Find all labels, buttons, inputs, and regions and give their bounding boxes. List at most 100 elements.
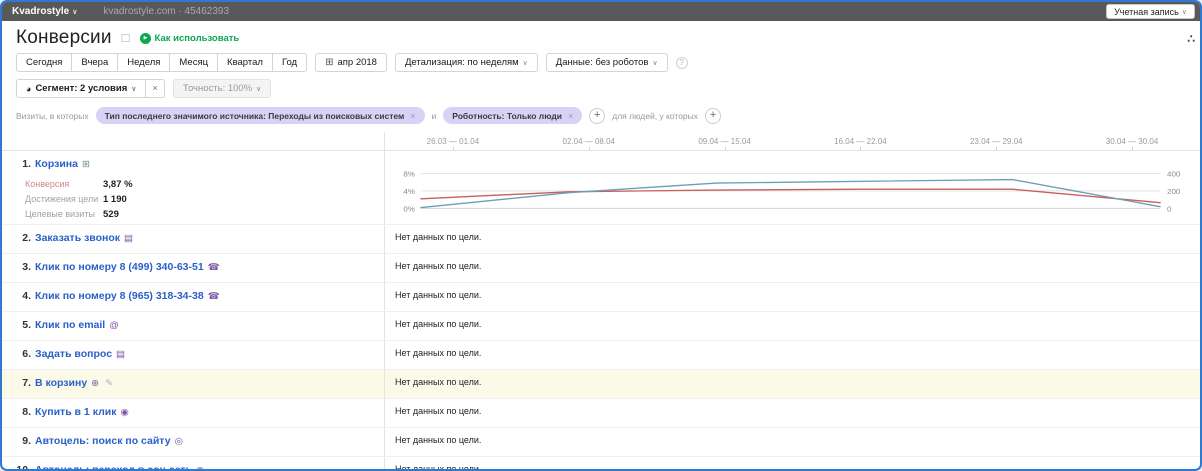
play-icon: ▶: [139, 32, 151, 44]
account-label: Учетная запись: [1114, 6, 1179, 17]
metric-value: 3,87 %: [103, 179, 133, 190]
goal-number: 1.: [22, 158, 31, 170]
goal-row: 4. Клик по номеру 8 (965) 318-34-38 ☎ Не…: [2, 283, 1200, 312]
period-button-yesterday[interactable]: Вчера: [71, 53, 119, 72]
metric-value: 1 190: [103, 194, 127, 205]
svg-text:0: 0: [1167, 204, 1172, 213]
goal-row-highlighted: 7. В корзину ⊕ ✎ Нет данных по цели.: [2, 370, 1200, 399]
goal-type-icon: ▤: [124, 233, 134, 244]
period-button-month[interactable]: Месяц: [169, 53, 219, 72]
segment-label: Сегмент: 2 условия: [35, 83, 128, 94]
calendar-icon: ⊞: [325, 57, 334, 68]
date-tick-label: 30.04 — 30.04: [1064, 132, 1200, 150]
filter-chip-label: Роботность: Только люди: [452, 110, 562, 121]
filter-suffix: для людей, у которых: [612, 110, 699, 121]
accuracy-label: Точность: 100%: [182, 83, 253, 94]
goal-no-data: Нет данных по цели.: [395, 406, 482, 416]
detail-dropdown[interactable]: Детализация: по неделям ∨: [394, 53, 538, 72]
goal-type-icon: ☎: [207, 262, 220, 273]
date-tick-label: 09.04 — 15.04: [657, 132, 793, 150]
chevron-down-icon: ∨: [522, 59, 528, 67]
filter-chip-source[interactable]: Тип последнего значимого источника: Пере…: [95, 107, 425, 124]
filter-chip-robots[interactable]: Роботность: Только люди ×: [443, 107, 583, 124]
period-button-year[interactable]: Год: [271, 53, 308, 72]
goal-row: 6. Задать вопрос ▤ Нет данных по цели.: [2, 341, 1200, 370]
counter-selector[interactable]: Kvadrostyle ∨: [12, 6, 77, 17]
accuracy-dropdown[interactable]: Точность: 100% ∨: [172, 79, 272, 98]
svg-text:0%: 0%: [403, 204, 415, 213]
svg-text:200: 200: [1167, 187, 1181, 196]
metric-value: 529: [103, 209, 119, 220]
detail-label: Детализация: по неделям: [404, 57, 519, 68]
filter-prefix: Визиты, в которых: [16, 110, 89, 121]
filter-row: Визиты, в которых Тип последнего значимо…: [16, 107, 1186, 124]
goal-row: 5. Клик по email @ Нет данных по цели.: [2, 312, 1200, 341]
segment-row: ◕ Сегмент: 2 условия ∨ × Точность: 100% …: [16, 79, 1186, 98]
goal-link[interactable]: Заказать звонок: [35, 232, 120, 244]
page-title: Конверсии: [16, 27, 112, 48]
conversion-chart: 8% 4% 0% 400 200 0: [385, 151, 1200, 224]
chart-date-header: 26.03 — 01.04 02.04 — 08.04 09.04 — 15.0…: [2, 132, 1200, 151]
goal-type-icon: @: [109, 320, 119, 331]
goal-row: 9. Автоцель: поиск по сайту ◎ Нет данных…: [2, 428, 1200, 457]
goal-type-icon: ◎: [174, 436, 183, 447]
add-user-condition-button[interactable]: +: [705, 107, 722, 124]
goal-number: 9.: [22, 435, 31, 447]
goal-no-data: Нет данных по цели.: [395, 348, 482, 358]
goal-type-icon: ◉: [120, 407, 129, 418]
remove-chip-icon[interactable]: ×: [410, 111, 415, 121]
bookmark-icon[interactable]: ☐: [121, 32, 131, 45]
howto-link[interactable]: ▶ Как использовать: [139, 32, 239, 44]
goal-link[interactable]: Задать вопрос: [35, 348, 112, 360]
svg-text:400: 400: [1167, 169, 1181, 178]
goal-link[interactable]: Автоцель: переход в соц.сеть: [35, 464, 192, 469]
goal-link[interactable]: В корзину: [35, 377, 87, 389]
goal-no-data: Нет данных по цели.: [395, 290, 482, 300]
goal-type-icon: ◉: [196, 465, 205, 471]
goal-row: 8. Купить в 1 клик ◉ Нет данных по цели.: [2, 399, 1200, 428]
data-dropdown[interactable]: Данные: без роботов ∨: [545, 53, 668, 72]
goal-no-data: Нет данных по цели.: [395, 261, 482, 271]
segment-dropdown[interactable]: ◕ Сегмент: 2 условия ∨: [16, 79, 147, 98]
app-window: Kvadrostyle ∨ kvadrostyle.com · 45462393…: [0, 0, 1202, 471]
account-button[interactable]: Учетная запись ∨: [1106, 4, 1195, 19]
goal-number: 2.: [22, 232, 31, 244]
goal-number: 8.: [22, 406, 31, 418]
goal-no-data: Нет данных по цели.: [395, 232, 482, 242]
segment-remove-button[interactable]: ×: [145, 79, 165, 98]
date-range-button[interactable]: ⊞ апр 2018: [315, 53, 387, 72]
period-button-today[interactable]: Сегодня: [16, 53, 73, 72]
goal-link[interactable]: Клик по номеру 8 (499) 340-63-51: [35, 261, 204, 273]
goal-no-data: Нет данных по цели.: [395, 464, 482, 471]
goal-link[interactable]: Клик по email: [35, 319, 105, 331]
counter-meta: kvadrostyle.com · 45462393: [103, 6, 229, 17]
goal-type-icon: ⊞: [81, 159, 90, 170]
goal-no-data: Нет данных по цели.: [395, 377, 482, 387]
metric-label: Целевые визиты: [25, 209, 95, 219]
edit-goal-icon[interactable]: ✎: [105, 378, 113, 389]
date-tick-label: 16.04 — 22.04: [792, 132, 928, 150]
date-tick-label: 23.04 — 29.04: [928, 132, 1064, 150]
period-button-quarter[interactable]: Квартал: [217, 53, 273, 72]
goal-number: 10.: [16, 464, 31, 471]
settings-icon[interactable]: ∴: [1187, 32, 1195, 46]
remove-chip-icon[interactable]: ×: [568, 111, 573, 121]
goal-link[interactable]: Клик по номеру 8 (965) 318-34-38: [35, 290, 204, 302]
period-button-week[interactable]: Неделя: [117, 53, 171, 72]
chevron-down-icon: ∨: [131, 85, 137, 93]
goal-link[interactable]: Купить в 1 клик: [35, 406, 116, 418]
data-label: Данные: без роботов: [555, 57, 649, 68]
goal-row: 10. Автоцель: переход в соц.сеть ◉ Нет д…: [2, 457, 1200, 471]
metric-label: Достижения цели: [25, 194, 99, 204]
goal-no-data: Нет данных по цели.: [395, 319, 482, 329]
add-visit-condition-button[interactable]: +: [589, 107, 606, 124]
goal-link[interactable]: Автоцель: поиск по сайту: [35, 435, 171, 447]
goal-number: 4.: [22, 290, 31, 302]
svg-text:8%: 8%: [403, 169, 415, 178]
goal-row: 1. Корзина ⊞ Конверсия 3,87 % Достижения…: [2, 151, 1200, 225]
help-icon[interactable]: ?: [675, 56, 688, 69]
chevron-down-icon: ∨: [1181, 8, 1187, 16]
toolbar: Сегодня Вчера Неделя Месяц Квартал Год ⊞…: [16, 53, 1186, 72]
goal-link[interactable]: Корзина: [35, 158, 78, 170]
goal-row: 2. Заказать звонок ▤ Нет данных по цели.: [2, 225, 1200, 254]
